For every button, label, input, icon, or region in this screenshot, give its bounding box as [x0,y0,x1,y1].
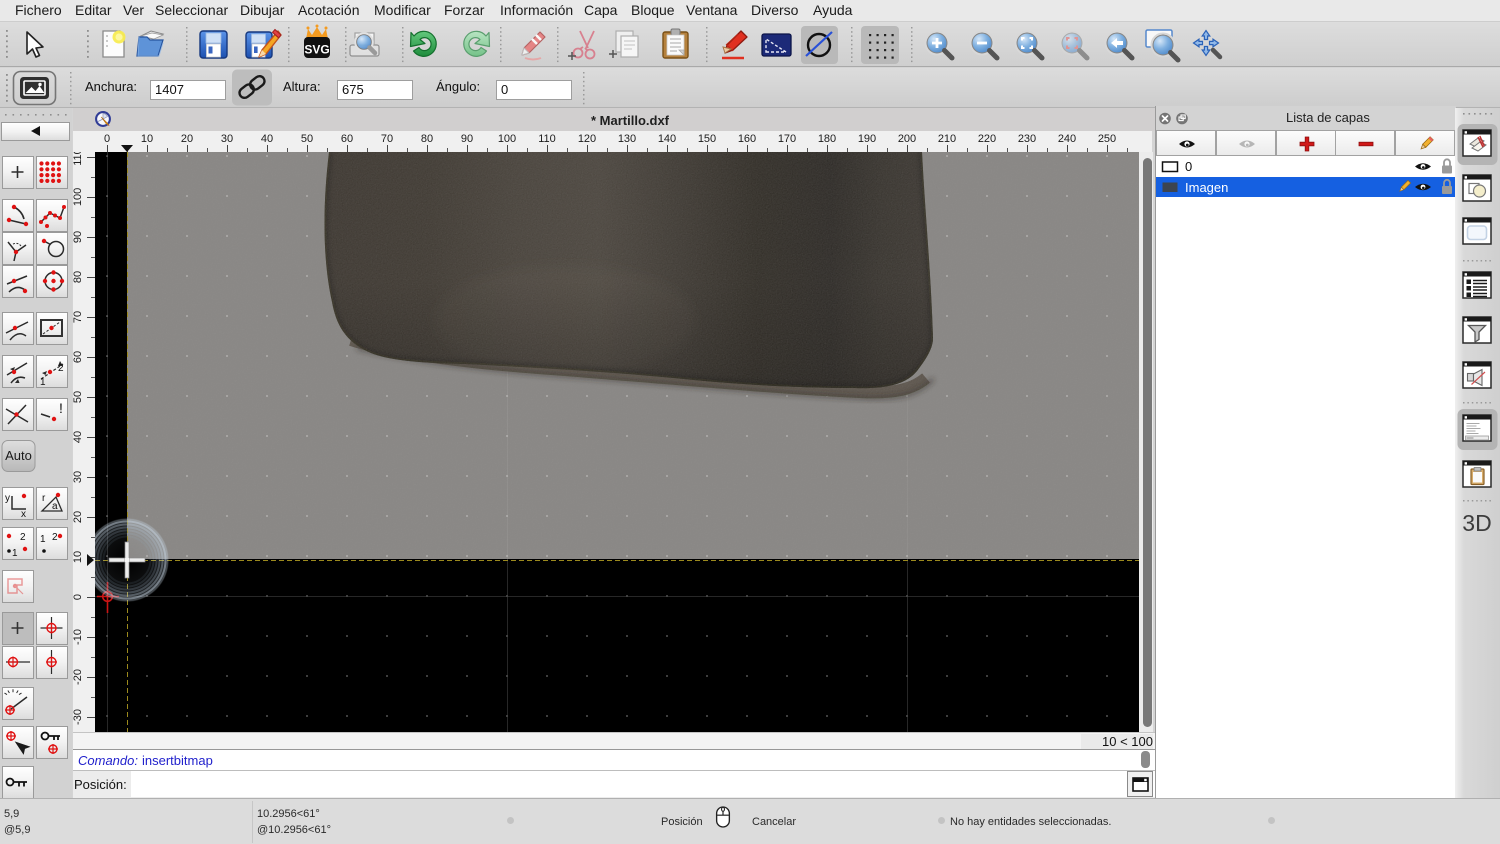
svg-text:130: 130 [618,133,636,145]
svg-text:110: 110 [538,133,556,145]
svg-text:110: 110 [73,152,84,166]
svg-text:200: 200 [898,133,916,145]
svg-text:70: 70 [381,133,393,145]
svg-text:60: 60 [73,351,84,363]
svg-text:x: x [21,509,26,520]
svg-text:30: 30 [221,133,233,145]
svg-text:10: 10 [141,133,153,145]
svg-text:60: 60 [341,133,353,145]
svg-text:240: 240 [1058,133,1076,145]
svg-text:3D: 3D [1462,510,1491,536]
svg-text:40: 40 [261,133,273,145]
svg-text:50: 50 [73,391,84,403]
svg-text:2: 2 [20,532,26,543]
svg-text:10: 10 [73,551,84,563]
svg-text:250: 250 [1098,133,1116,145]
svg-text:180: 180 [818,133,836,145]
svg-text:170: 170 [778,133,796,145]
svg-text:2: 2 [52,532,58,543]
svg-text:220: 220 [978,133,996,145]
svg-text:150: 150 [698,133,716,145]
svg-text:30: 30 [73,471,84,483]
svg-text:20: 20 [181,133,193,145]
svg-text:90: 90 [461,133,473,145]
svg-text:Auto: Auto [5,448,32,463]
svg-text:190: 190 [858,133,876,145]
svg-text:120: 120 [578,133,596,145]
svg-text:230: 230 [1018,133,1036,145]
svg-text:SVG: SVG [304,43,329,57]
svg-text:70: 70 [73,311,84,323]
svg-text:100: 100 [498,133,516,145]
svg-text:0: 0 [73,594,84,600]
svg-text:210: 210 [938,133,956,145]
svg-text:0: 0 [104,133,110,145]
svg-text:1: 1 [40,534,46,545]
svg-text:80: 80 [73,271,84,283]
svg-text:90: 90 [73,231,84,243]
svg-text:1: 1 [12,548,18,559]
svg-text:-10: -10 [73,629,84,645]
svg-text:!: ! [59,400,63,416]
svg-text:80: 80 [421,133,433,145]
svg-text:40: 40 [73,431,84,443]
svg-text:2: 2 [58,363,64,374]
svg-text:140: 140 [658,133,676,145]
svg-text:50: 50 [301,133,313,145]
svg-text:a: a [52,501,58,512]
svg-text:-30: -30 [73,709,84,725]
svg-text:160: 160 [738,133,756,145]
svg-text:100: 100 [73,188,84,206]
svg-text:20: 20 [73,511,84,523]
svg-text:-20: -20 [73,669,84,685]
svg-text:1: 1 [40,377,46,388]
svg-text:y: y [5,493,10,504]
